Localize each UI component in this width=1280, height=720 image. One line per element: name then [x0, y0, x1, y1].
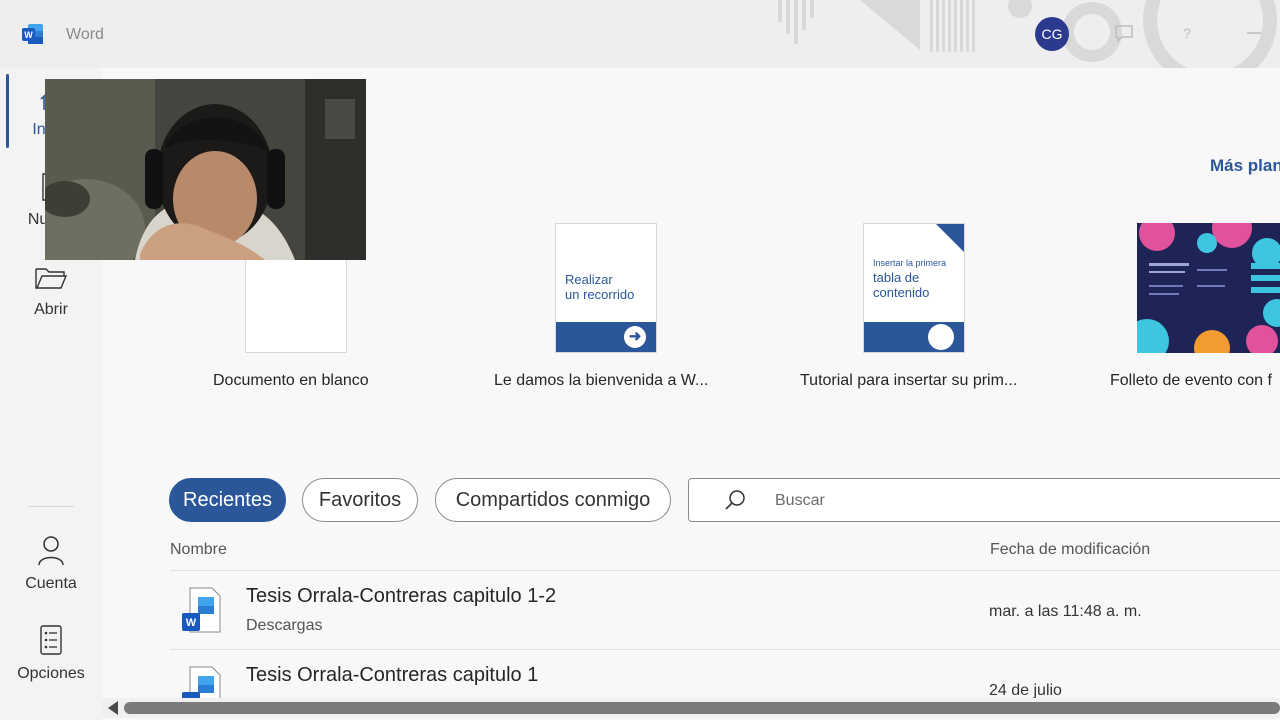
template-thumb-text: tabla de contenido [873, 270, 930, 300]
scrollbar-thumb[interactable] [124, 702, 1280, 714]
file-location: Descargas [246, 617, 323, 634]
app-name: Word [66, 26, 104, 43]
word-logo-icon: W [22, 24, 43, 44]
svg-text:W: W [186, 617, 197, 629]
template-toc-tutorial[interactable]: Insertar la primera tabla de contenido [863, 223, 965, 353]
template-caption: Tutorial para insertar su prim... [800, 372, 1018, 389]
file-name: Tesis Orrala-Contreras capitulo 1-2 [246, 585, 557, 607]
account-avatar[interactable]: CG [1035, 17, 1069, 51]
template-caption: Le damos la bienvenida a W... [494, 372, 709, 389]
word-document-icon: W [182, 587, 221, 633]
webcam-video [45, 79, 366, 260]
person-icon [38, 536, 64, 566]
search-input[interactable] [773, 479, 1177, 523]
template-welcome-tour[interactable]: Realizar un recorrido ➜ [555, 223, 657, 353]
column-header-date[interactable]: Fecha de modificación [990, 541, 1150, 559]
svg-text:W: W [24, 30, 33, 40]
search-box[interactable] [688, 478, 1280, 523]
tab-compartidos[interactable]: Compartidos conmigo [435, 478, 671, 522]
file-date: mar. a las 11:48 a. m. [989, 603, 1142, 620]
minimize-icon[interactable] [1243, 22, 1265, 44]
sidebar-item-opciones[interactable]: Opciones [0, 624, 102, 683]
template-caption: Documento en blanco [213, 372, 369, 389]
scroll-left-icon[interactable] [108, 701, 118, 715]
webcam-overlay [45, 79, 366, 260]
sidebar-item-label: Opciones [17, 665, 85, 682]
folder-open-icon [35, 268, 68, 289]
arrow-right-icon: ➜ [624, 326, 646, 348]
flyer-thumbnail [1137, 223, 1280, 353]
sidebar-item-label: Abrir [34, 301, 68, 318]
title-decoration [778, 0, 1277, 68]
new-badge [936, 224, 964, 252]
tab-recientes[interactable]: Recientes [169, 478, 286, 522]
template-thumb-text: Realizar un recorrido [565, 272, 635, 302]
sidebar-divider [28, 506, 74, 507]
feedback-icon[interactable] [1113, 22, 1135, 44]
template-event-flyer[interactable] [1137, 223, 1280, 353]
file-row[interactable]: W Tesis Orrala-Contreras capitulo 1-2 De… [170, 571, 1280, 649]
template-thumb-text: Insertar la primera [873, 258, 947, 268]
file-date: 24 de julio [989, 682, 1062, 698]
column-header-name[interactable]: Nombre [170, 541, 227, 559]
horizontal-scrollbar[interactable] [102, 698, 1280, 718]
tab-favoritos[interactable]: Favoritos [302, 478, 418, 522]
more-templates-link[interactable]: Más plant [1210, 156, 1280, 176]
search-icon [725, 490, 745, 510]
options-icon [40, 625, 62, 655]
svg-text:?: ? [1183, 25, 1191, 41]
sidebar-item-cuenta[interactable]: Cuenta [0, 534, 102, 593]
document-icon [928, 324, 954, 350]
help-icon[interactable]: ? [1176, 22, 1198, 44]
title-bar: W Word CG ? [0, 0, 1280, 68]
file-name: Tesis Orrala-Contreras capitulo 1 [246, 664, 539, 686]
template-caption: Folleto de evento con f [1110, 372, 1272, 389]
file-row[interactable]: Tesis Orrala-Contreras capitulo 1 24 de … [170, 650, 1280, 698]
sidebar-item-label: Cuenta [25, 575, 77, 592]
sidebar-item-abrir[interactable]: Abrir [0, 264, 102, 319]
word-document-icon [182, 666, 221, 698]
